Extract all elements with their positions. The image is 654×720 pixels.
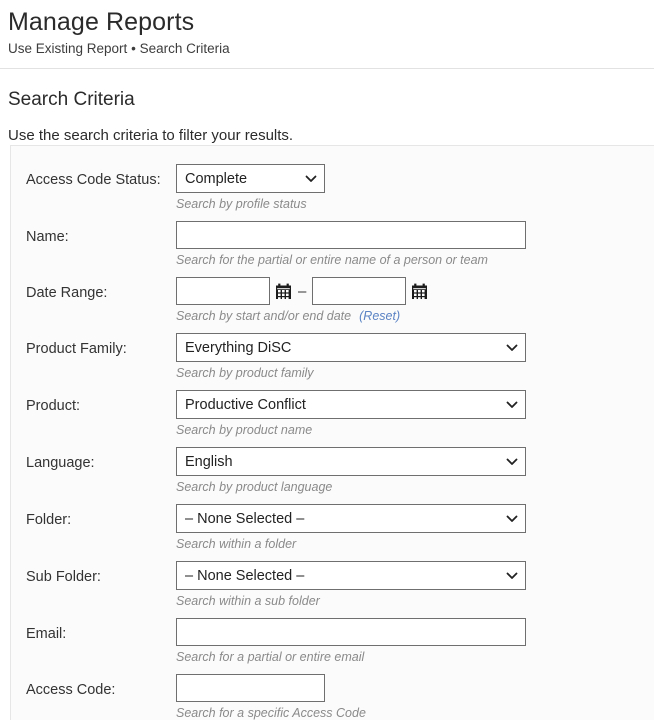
field-row: Access Code: Search for a specific Access… xyxy=(11,674,654,720)
field-help-text: Search for a specific Access Code xyxy=(176,705,654,720)
field-row: Folder: – None Selected – Search within a … xyxy=(11,504,654,553)
field-control: English Search by product language xyxy=(176,447,654,496)
field-help-text: Search for the partial or entire name of… xyxy=(176,252,654,269)
select-4[interactable]: Productive Conflict xyxy=(176,390,526,419)
start-date-input[interactable] xyxy=(176,277,270,305)
field-help-text: Search by product family xyxy=(176,365,654,382)
select-6[interactable]: – None Selected – xyxy=(176,504,526,533)
breadcrumb: Use Existing Report • Search Criteria xyxy=(8,39,654,59)
help-text-label: Search by product family xyxy=(176,366,314,380)
field-control: Search for a specific Access Code xyxy=(176,674,654,720)
help-text-label: Search by profile status xyxy=(176,197,307,211)
field-label: Language: xyxy=(26,455,95,471)
breadcrumb-item-current: Search Criteria xyxy=(139,41,230,56)
help-text-label: Search within a sub folder xyxy=(176,594,320,608)
field-label: Date Range: xyxy=(26,285,108,301)
field-label: Product Family: xyxy=(26,341,127,357)
field-row: Sub Folder: – None Selected – Search withi… xyxy=(11,561,654,610)
calendar-icon[interactable] xyxy=(411,283,428,300)
field-help-text: Search by profile status xyxy=(176,196,654,213)
field-row: Access Code Status: Complete Search by pro… xyxy=(11,164,654,213)
end-date-input[interactable] xyxy=(312,277,407,305)
field-help-text: Search by start and/or end date (Reset) xyxy=(176,308,654,325)
field-control: – None Selected – Search within a folder xyxy=(176,504,654,553)
select-7[interactable]: – None Selected – xyxy=(176,561,526,590)
field-label: Access Code: xyxy=(26,682,116,698)
field-label: Sub Folder: xyxy=(26,569,101,585)
field-control: Search for a partial or entire email xyxy=(176,618,654,666)
field-row: Email: Search for a partial or entire ema… xyxy=(11,618,654,666)
calendar-icon[interactable] xyxy=(275,283,292,300)
chevron-down-icon xyxy=(506,399,518,409)
select-value: – None Selected – xyxy=(185,567,305,584)
page-title: Manage Reports xyxy=(8,8,195,36)
text-input-9[interactable] xyxy=(176,674,325,702)
page-header: Manage Reports Use Existing Report • Sea… xyxy=(0,0,654,59)
field-help-text: Search within a folder xyxy=(176,536,654,553)
field-control: Search for the partial or entire name of… xyxy=(176,221,654,269)
field-control: Complete Search by profile status xyxy=(176,164,654,213)
field-control: – None Selected – Search within a sub fol… xyxy=(176,561,654,610)
breadcrumb-item-parent[interactable]: Use Existing Report xyxy=(8,41,127,56)
chevron-down-icon xyxy=(305,173,317,183)
help-text-label: Search within a folder xyxy=(176,537,297,551)
chevron-down-icon xyxy=(506,513,518,523)
select-value: Everything DiSC xyxy=(185,339,292,356)
chevron-down-icon xyxy=(506,342,518,352)
text-input-8[interactable] xyxy=(176,618,526,646)
field-control: Everything DiSC Search by product family xyxy=(176,333,654,382)
field-row: Date Range: – Search by start and/or end d… xyxy=(11,277,654,325)
field-label: Folder: xyxy=(26,512,72,528)
field-label: Email: xyxy=(26,626,67,642)
field-control: – Search by start and/or end date (Reset) xyxy=(176,277,654,325)
field-row: Language: English Search by product langua… xyxy=(11,447,654,496)
date-range-group: – xyxy=(176,277,654,305)
select-5[interactable]: English xyxy=(176,447,526,476)
chevron-down-icon xyxy=(506,570,518,580)
select-0[interactable]: Complete xyxy=(176,164,325,193)
field-help-text: Search by product name xyxy=(176,422,654,439)
breadcrumb-separator: • xyxy=(131,41,136,56)
select-value: – None Selected – xyxy=(185,510,305,527)
field-help-text: Search within a sub folder xyxy=(176,593,654,610)
manage-reports-page: Manage Reports Use Existing Report • Sea… xyxy=(0,0,654,720)
section-title: Search Criteria xyxy=(8,89,135,110)
text-input-1[interactable] xyxy=(176,221,526,249)
search-criteria-panel: Access Code Status: Complete Search by pro… xyxy=(10,145,654,720)
field-label: Access Code Status: xyxy=(26,172,161,188)
field-control: Productive Conflict Search by product nam… xyxy=(176,390,654,439)
field-row: Name: Search for the partial or entire na… xyxy=(11,221,654,269)
help-text-label: Search by product language xyxy=(176,480,333,494)
field-label: Name: xyxy=(26,229,69,245)
field-help-text: Search for a partial or entire email xyxy=(176,649,654,666)
field-row: Product: Productive Conflict Search by pro… xyxy=(11,390,654,439)
date-range-separator: – xyxy=(298,282,307,300)
field-row: Product Family: Everything DiSC Search by … xyxy=(11,333,654,382)
help-text-label: Search by product name xyxy=(176,423,313,437)
select-value: Complete xyxy=(185,170,248,187)
section-description: Use the search criteria to filter your r… xyxy=(8,127,294,144)
help-text-label: Search for the partial or entire name of… xyxy=(176,253,488,267)
select-value: Productive Conflict xyxy=(185,396,306,413)
field-help-text: Search by product language xyxy=(176,479,654,496)
field-label: Product: xyxy=(26,398,80,414)
help-text-label: Search for a specific Access Code xyxy=(176,706,366,720)
help-text-label: Search by start and/or end date xyxy=(176,309,352,323)
help-text-label: Search for a partial or entire email xyxy=(176,650,365,664)
search-criteria-form: Access Code Status: Complete Search by pro… xyxy=(11,164,654,720)
reset-link[interactable]: (Reset) xyxy=(359,309,400,323)
chevron-down-icon xyxy=(506,456,518,466)
select-value: English xyxy=(185,453,233,470)
select-3[interactable]: Everything DiSC xyxy=(176,333,526,362)
